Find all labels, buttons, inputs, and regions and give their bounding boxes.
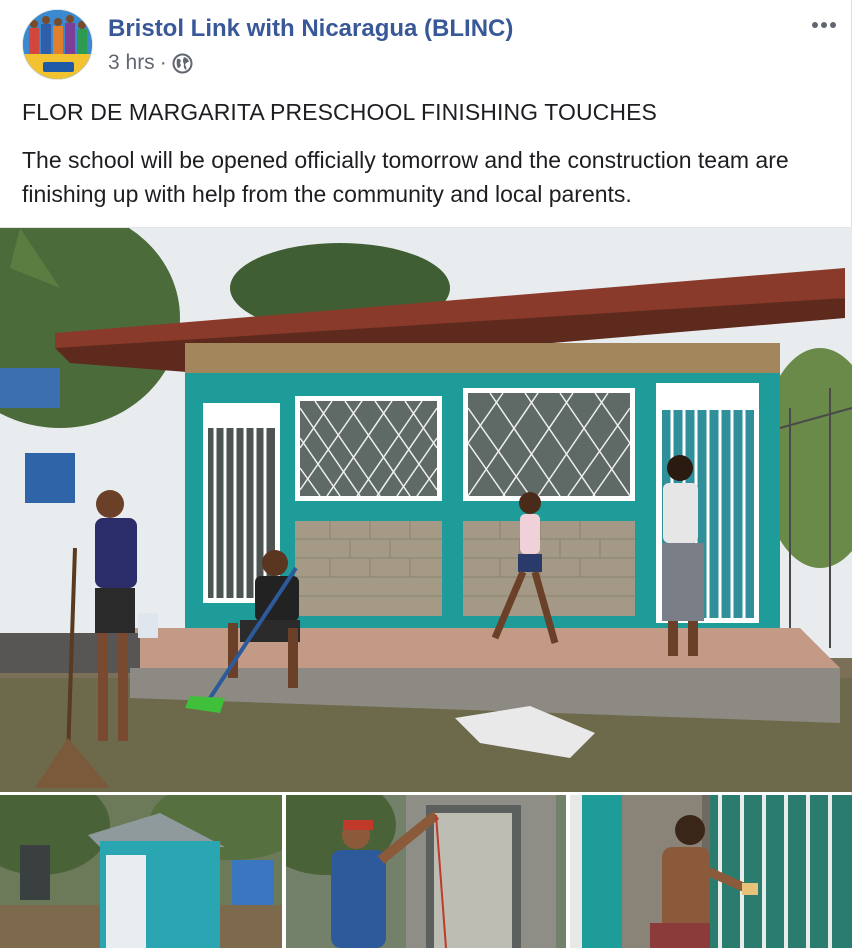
page-avatar[interactable] [22,9,93,80]
page-name-link[interactable]: Bristol Link with Nicaragua (BLINC) [108,15,513,43]
latrine-photo[interactable] [0,795,282,948]
post-title: FLOR DE MARGARITA PRESCHOOL FINISHING TO… [22,99,657,125]
post-header: Bristol Link with Nicaragua (BLINC) 3 hr… [22,9,836,81]
post-timestamp[interactable]: 3 hrs [108,51,155,75]
man-painting-photo[interactable] [286,795,566,948]
post-body-text: The school will be opened officially tom… [22,147,789,207]
man-sanding-gate-photo[interactable] [570,795,852,948]
meta-separator: · [159,51,167,74]
photo-thumbnails [0,795,852,948]
more-options-icon[interactable] [806,13,842,37]
preschool-building-photo[interactable] [0,227,852,792]
post-meta: 3 hrs · [108,51,193,75]
globe-icon[interactable] [172,53,193,74]
facebook-post: Bristol Link with Nicaragua (BLINC) 3 hr… [0,0,852,948]
